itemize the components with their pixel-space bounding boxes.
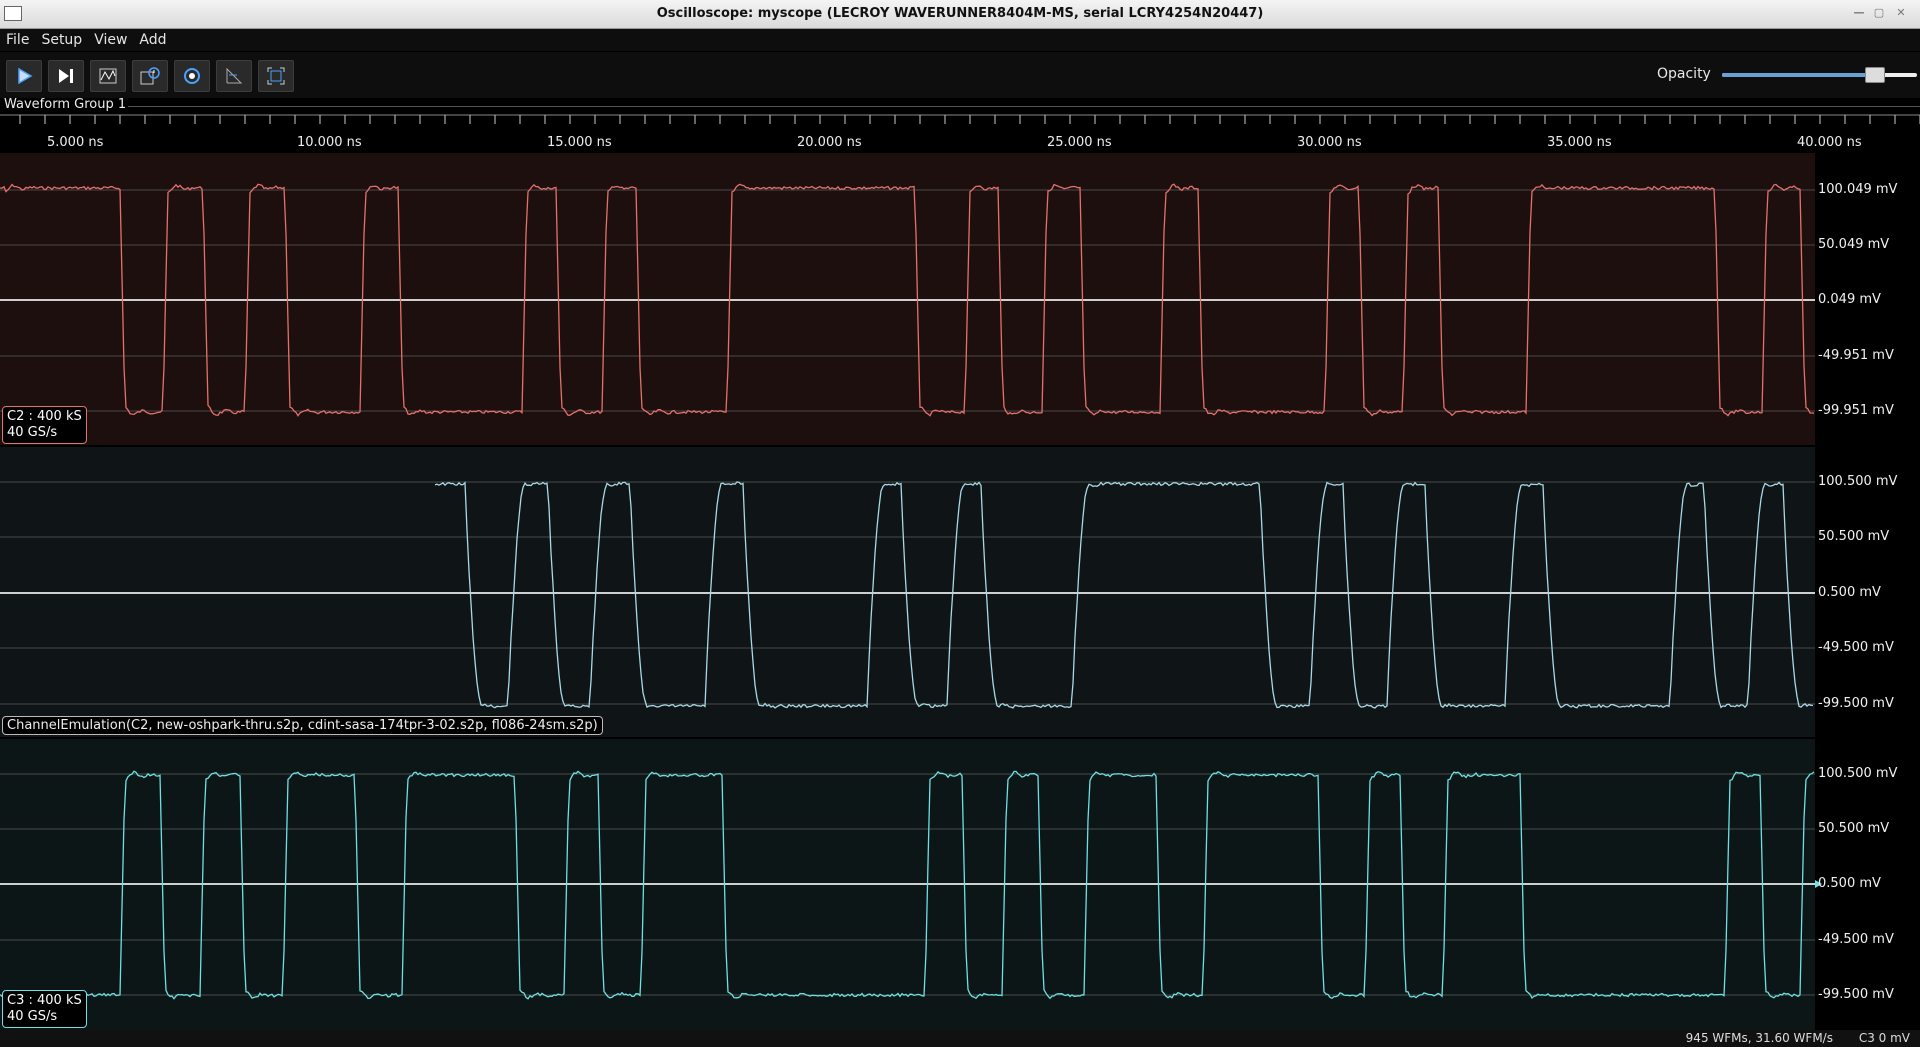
c2-trace-label[interactable]: C2 : 400 kS 40 GS/s xyxy=(2,406,87,444)
config-icon xyxy=(184,68,200,84)
p3-y-label: 100.500 mV xyxy=(1818,766,1898,781)
p1-y-label: 0.049 mV xyxy=(1818,292,1881,307)
single-step-icon xyxy=(59,69,73,83)
p1-y-label: -49.951 mV xyxy=(1818,348,1894,363)
config-button[interactable] xyxy=(174,60,210,92)
p1-y-label: 100.049 mV xyxy=(1818,182,1898,197)
status-bar: 945 WFMs, 31.60 WFM/s C3 0 mV xyxy=(0,1030,1920,1047)
wfm-rate: 945 WFMs, 31.60 WFM/s xyxy=(1685,1031,1833,1045)
p2-y-label: 100.500 mV xyxy=(1818,474,1898,489)
c2-trace-line2: 40 GS/s xyxy=(7,425,58,440)
menu-bar: File Setup View Add xyxy=(0,29,1920,51)
waveform-button[interactable] xyxy=(90,60,126,92)
time-label-25ns: 25.000 ns xyxy=(1047,135,1112,150)
p3-y-label: -49.500 mV xyxy=(1818,932,1894,947)
history-button[interactable] xyxy=(132,60,168,92)
c3-trace-label[interactable]: C3 : 400 kS 40 GS/s xyxy=(2,990,87,1028)
maximize-icon[interactable]: ▢ xyxy=(1872,6,1886,20)
p2-y-label: 50.500 mV xyxy=(1818,529,1890,544)
time-label-40ns: 40.000 ns xyxy=(1797,135,1862,150)
history-icon xyxy=(140,67,160,85)
c3-trace-line1: C3 : 400 kS xyxy=(7,993,82,1008)
menu-setup[interactable]: Setup xyxy=(35,29,88,51)
p3-y-label: 0.500 mV xyxy=(1818,876,1881,891)
toolbar: Opacity xyxy=(0,52,1920,98)
close-icon[interactable]: ✕ xyxy=(1894,6,1908,20)
time-label-35ns: 35.000 ns xyxy=(1547,135,1612,150)
time-label-15ns: 15.000 ns xyxy=(547,135,612,150)
p3-y-label: -99.500 mV xyxy=(1818,987,1894,1002)
menu-view[interactable]: View xyxy=(88,29,133,51)
p2-y-label: -49.500 mV xyxy=(1818,640,1894,655)
minimize-icon[interactable]: — xyxy=(1852,6,1866,20)
opacity-slider-fill xyxy=(1722,73,1875,77)
p3-y-label: 50.500 mV xyxy=(1818,821,1890,836)
fullscreen-icon xyxy=(267,67,285,85)
menu-add[interactable]: Add xyxy=(133,29,172,51)
opacity-slider[interactable] xyxy=(1722,67,1917,83)
window-title: Oscilloscope: myscope (LECROY WAVERUNNER… xyxy=(656,6,1264,21)
opacity-label: Opacity xyxy=(1657,66,1711,82)
menu-file[interactable]: File xyxy=(0,29,35,51)
group-divider xyxy=(128,106,1920,107)
opacity-slider-handle[interactable] xyxy=(1865,67,1886,83)
waveform-icon xyxy=(99,68,117,84)
channel-emulation-label[interactable]: ChannelEmulation(C2, new-oshpark-thru.s2… xyxy=(2,716,603,735)
app-icon xyxy=(4,6,22,21)
play-button[interactable] xyxy=(6,60,42,92)
time-label-30ns: 30.000 ns xyxy=(1297,135,1362,150)
single-step-button[interactable] xyxy=(48,60,84,92)
window-titlebar: Oscilloscope: myscope (LECROY WAVERUNNER… xyxy=(0,0,1920,29)
cursor-readout: C3 0 mV xyxy=(1858,1031,1910,1045)
time-label-10ns: 10.000 ns xyxy=(297,135,362,150)
time-label-5ns: 5.000 ns xyxy=(47,135,104,150)
p1-y-label: -99.951 mV xyxy=(1818,403,1894,418)
measure-button[interactable] xyxy=(216,60,252,92)
p1-y-label: 50.049 mV xyxy=(1818,237,1890,252)
p2-y-label: -99.500 mV xyxy=(1818,696,1894,711)
c2-trace-line1: C2 : 400 kS xyxy=(7,409,82,424)
play-icon xyxy=(18,67,33,85)
p2-y-label: 0.500 mV xyxy=(1818,585,1881,600)
waveform-area[interactable] xyxy=(0,110,1920,1030)
measure-icon xyxy=(226,67,243,84)
time-label-20ns: 20.000 ns xyxy=(797,135,862,150)
c3-trace-line2: 40 GS/s xyxy=(7,1009,58,1024)
fullscreen-button[interactable] xyxy=(258,60,294,92)
